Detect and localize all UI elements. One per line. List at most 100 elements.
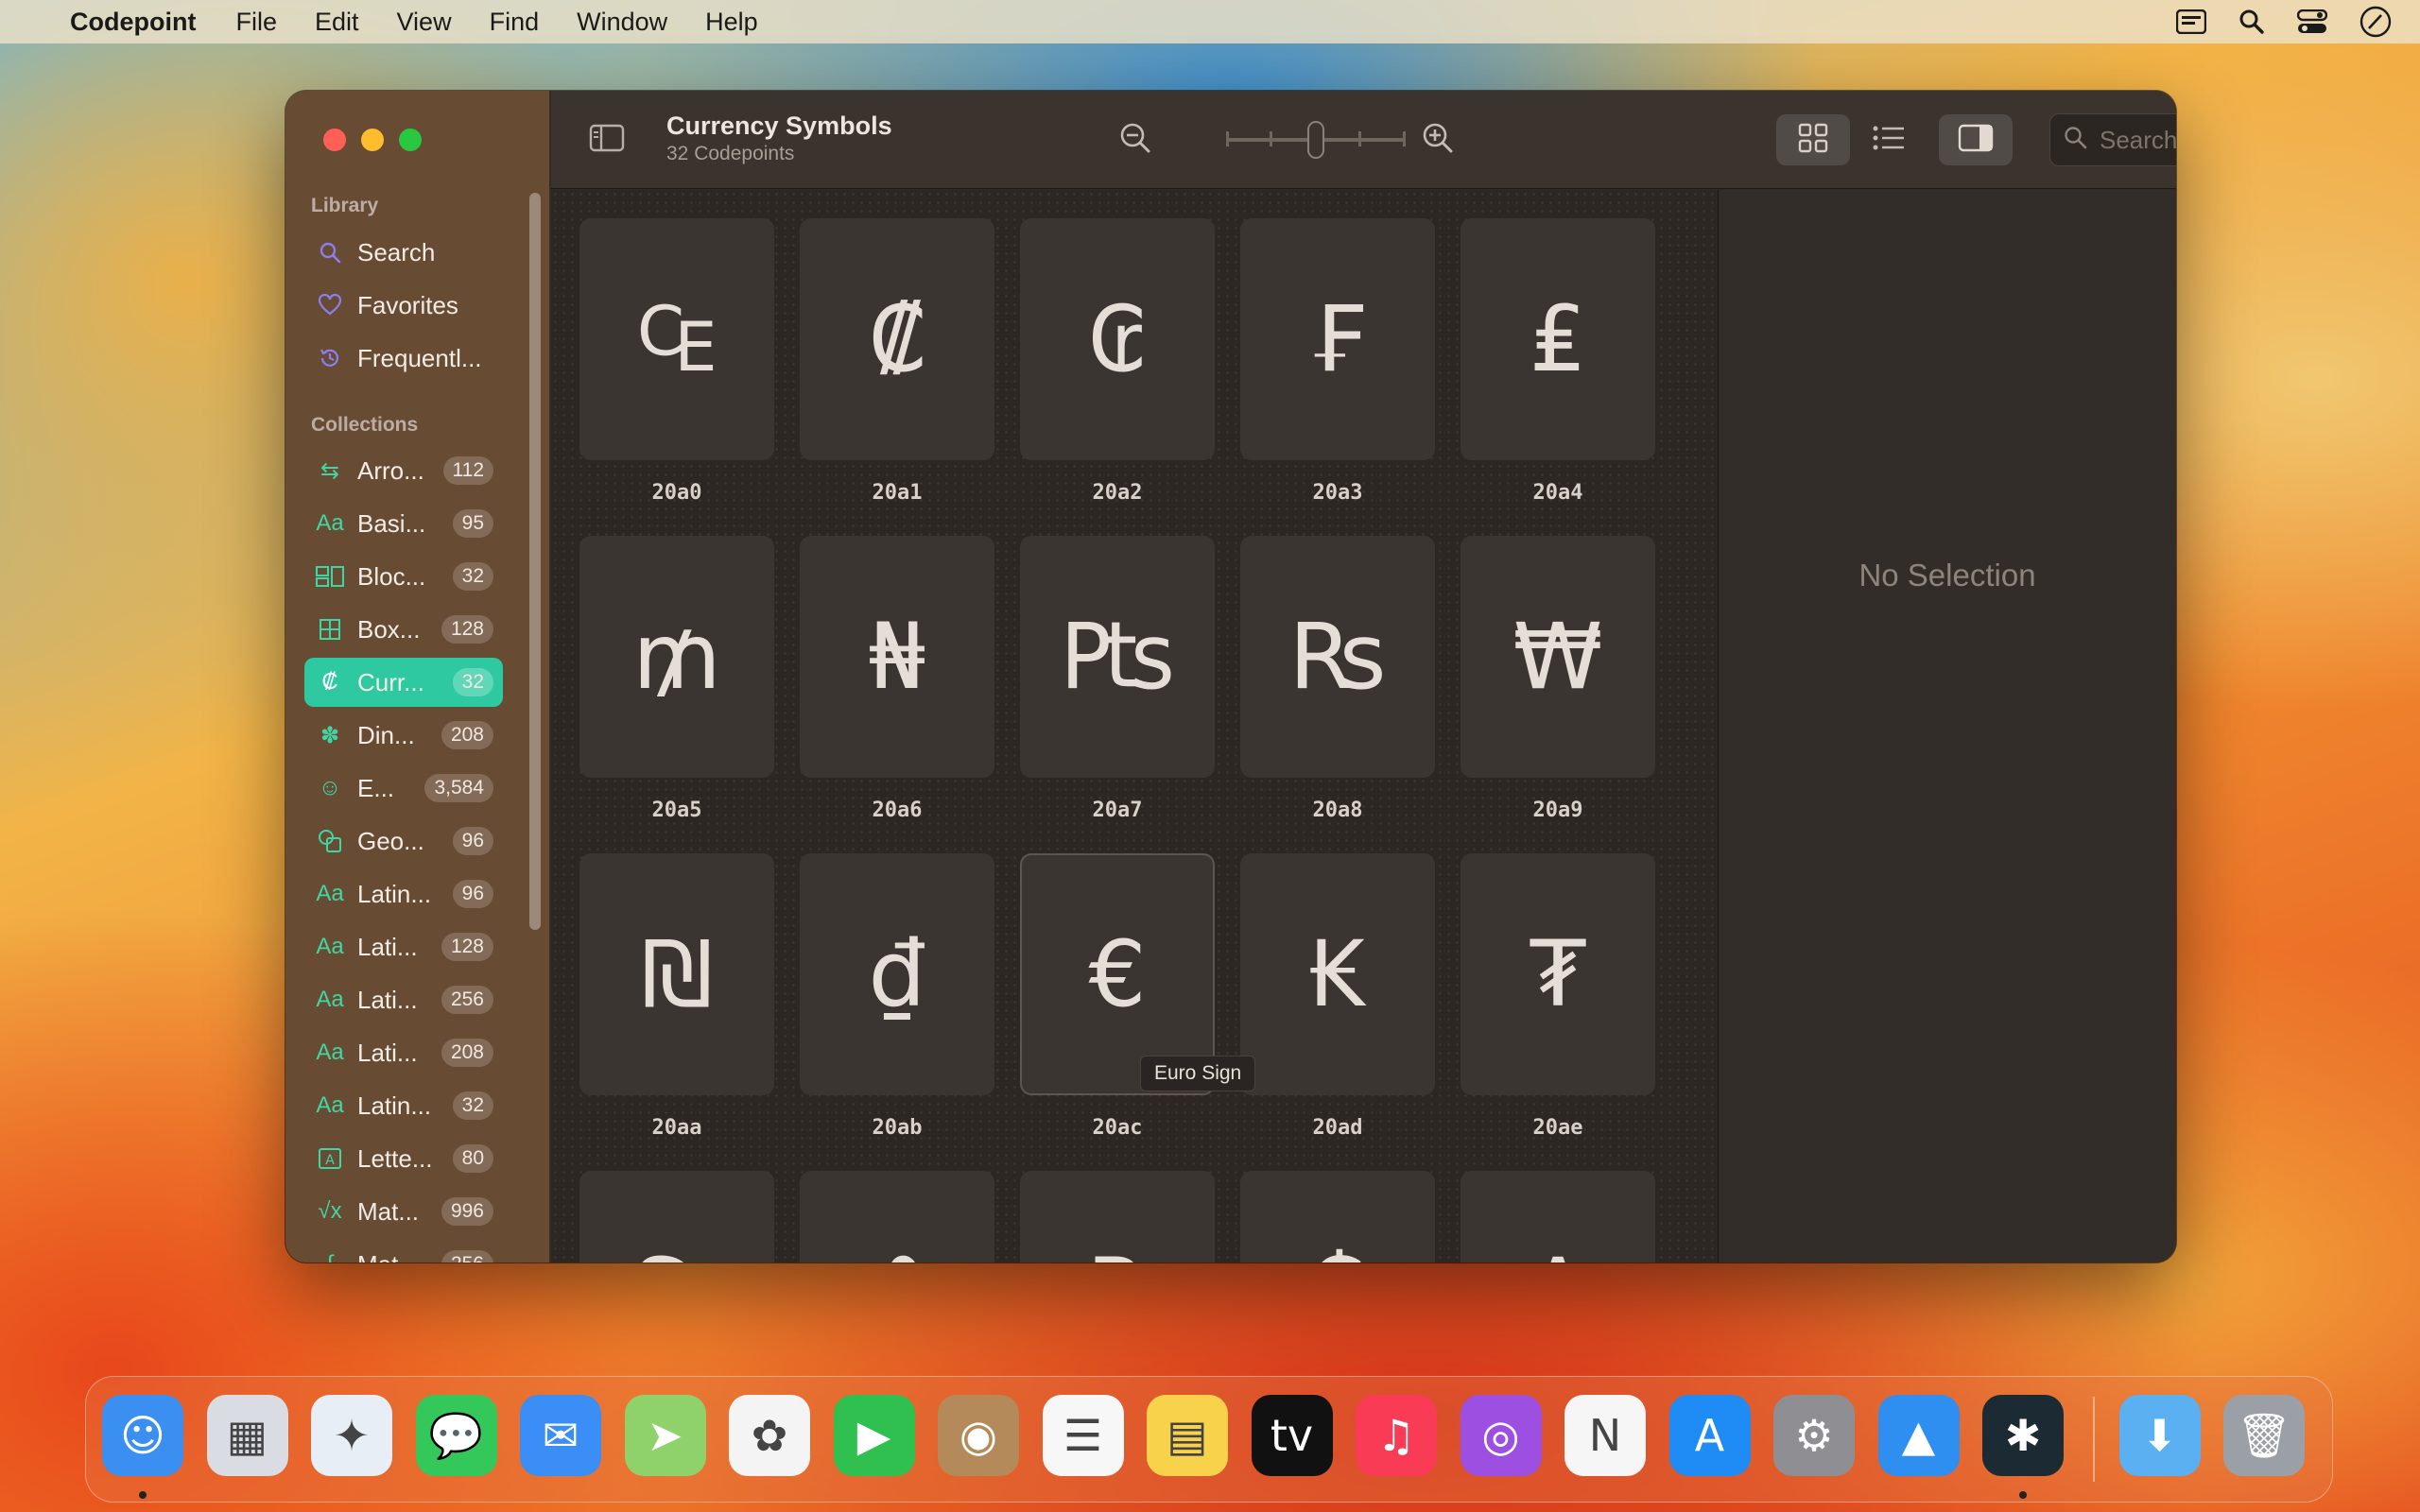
music-icon[interactable]: ♫ — [1356, 1395, 1437, 1476]
zoom-slider-thumb[interactable] — [1307, 121, 1324, 159]
sidebar-item-dingbats[interactable]: ✽ Din... 208 — [304, 711, 503, 760]
toggle-inspector-button[interactable] — [1939, 114, 2013, 165]
menu-file[interactable]: File — [235, 8, 277, 37]
glyph-tile[interactable]: ₫ — [800, 853, 994, 1095]
menu-help[interactable]: Help — [705, 8, 758, 37]
app-store-icon[interactable]: A — [1668, 1395, 1751, 1476]
codepoint-cell[interactable]: ₡ 20a1 — [800, 218, 994, 505]
sidebar-item-search[interactable]: Search — [304, 228, 503, 277]
control-center-icon[interactable] — [2297, 9, 2327, 34]
zoom-window-button[interactable] — [399, 129, 422, 151]
facetime-icon[interactable]: ▶ — [833, 1395, 915, 1476]
sidebar-item-favorites[interactable]: Favorites — [304, 281, 503, 330]
codepoint-cell[interactable]: ₧ 20a7 — [1020, 536, 1215, 822]
apple-tv-icon[interactable]: tv — [1251, 1395, 1333, 1476]
glyph-tile[interactable]: ₤ — [1461, 218, 1655, 460]
codepoint-cell[interactable]: ₦ 20a6 — [800, 536, 994, 822]
grid-view-button[interactable] — [1776, 114, 1850, 165]
codepoint-cell[interactable]: ₥ 20a5 — [579, 536, 774, 822]
contacts-icon[interactable]: ◉ — [938, 1395, 1019, 1476]
menu-view[interactable]: View — [397, 8, 452, 37]
system-settings-icon[interactable]: ⚙ — [1773, 1395, 1855, 1476]
glyph-tile[interactable]: ₥ — [579, 536, 774, 778]
sidebar-item-basic-latin[interactable]: Aa Basi... 95 — [304, 499, 503, 548]
glyph-tile[interactable]: ₩ — [1461, 536, 1655, 778]
glyph-tile[interactable]: ₨ — [1240, 536, 1435, 778]
character-viewer-icon[interactable] — [2176, 9, 2206, 34]
glyph-tile[interactable]: ₭ — [1240, 853, 1435, 1095]
sidebar-item-latin-1[interactable]: Aa Latin... 96 — [304, 869, 503, 919]
launchpad-icon[interactable]: ▦ — [206, 1395, 288, 1476]
glyph-tile[interactable]: ₮ — [1461, 853, 1655, 1095]
codepoint-cell[interactable]: ₣ 20a3 — [1240, 218, 1435, 505]
glyph-tile[interactable]: ₰ — [800, 1171, 994, 1263]
sidebar-item-currency-symbols[interactable]: ₡ Curr... 32 — [304, 658, 503, 707]
search-input[interactable] — [2100, 125, 2176, 155]
messages-icon[interactable]: 💬 — [415, 1395, 497, 1476]
search-field[interactable] — [2049, 113, 2176, 166]
notes-icon[interactable]: ▤ — [1147, 1395, 1228, 1476]
glyph-tile[interactable]: ₡ — [800, 218, 994, 460]
sidebar-item-latin-3[interactable]: Aa Lati... 256 — [304, 975, 503, 1024]
sidebar-item-emoji[interactable]: ☺ E... 3,584 — [304, 764, 503, 813]
clock-icon[interactable] — [2360, 6, 2392, 38]
toggle-sidebar-button[interactable] — [570, 114, 644, 165]
glyph-tile[interactable]: ₦ — [800, 536, 994, 778]
list-view-button[interactable] — [1852, 114, 1926, 165]
sidebar-item-letterlike[interactable]: A Lette... 80 — [304, 1134, 503, 1183]
codepoint-cell[interactable]: ₤ 20a4 — [1461, 218, 1655, 505]
mail-icon[interactable]: ✉ — [520, 1395, 601, 1476]
codepoint-cell[interactable]: ₨ 20a8 — [1240, 536, 1435, 822]
close-window-button[interactable] — [323, 129, 346, 151]
altitude-icon[interactable]: ▲ — [1877, 1395, 1960, 1476]
minimize-window-button[interactable] — [361, 129, 384, 151]
zoom-out-button[interactable] — [1107, 114, 1164, 165]
glyph-tile[interactable]: ₳ — [1461, 1171, 1655, 1263]
sidebar-scrollbar[interactable] — [529, 193, 541, 930]
zoom-in-button[interactable] — [1409, 114, 1466, 165]
menu-find[interactable]: Find — [490, 8, 540, 37]
codepoint-cell[interactable]: ₩20a9 — [1461, 536, 1655, 822]
glyph-tile[interactable]: ₧ — [1020, 536, 1215, 778]
codepoint-cell[interactable]: ₯20af — [579, 1171, 774, 1263]
photos-icon[interactable]: ✿ — [729, 1395, 810, 1476]
sidebar-item-arrows[interactable]: ⇆ Arro... 112 — [304, 446, 503, 495]
codepoint-icon[interactable]: ✱ — [1982, 1395, 2064, 1476]
menu-window[interactable]: Window — [577, 8, 667, 37]
sidebar-item-frequently-used[interactable]: Frequentl... — [304, 334, 503, 383]
glyph-tile[interactable]: ₯ — [579, 1171, 774, 1263]
podcasts-icon[interactable]: ◎ — [1460, 1395, 1542, 1476]
sidebar-item-math[interactable]: √x Mat... 996 — [304, 1187, 503, 1236]
finder-icon[interactable]: ☺ — [102, 1395, 183, 1476]
codepoint-cell[interactable]: ₠ 20a0 — [579, 218, 774, 505]
safari-icon[interactable]: ✦ — [311, 1395, 392, 1476]
sidebar-item-block-elements[interactable]: Bloc... 32 — [304, 552, 503, 601]
glyph-tile[interactable]: ₣ — [1240, 218, 1435, 460]
menu-edit[interactable]: Edit — [315, 8, 359, 37]
glyph-tile[interactable]: ₱ — [1020, 1171, 1215, 1263]
app-menu[interactable]: Codepoint — [70, 8, 196, 37]
codepoint-cell[interactable]: ₪ 20aa — [579, 853, 774, 1140]
sidebar-item-math-2[interactable]: ∫ Mat... 256 — [304, 1240, 503, 1263]
downloads-folder-icon[interactable]: ⬇ — [2118, 1395, 2201, 1476]
codepoint-cell[interactable]: ₲20b2 — [1240, 1171, 1435, 1263]
codepoint-cell[interactable]: ₳20b3 — [1461, 1171, 1655, 1263]
glyph-tile[interactable]: ₠ — [579, 218, 774, 460]
glyph-tile[interactable]: ₲ — [1240, 1171, 1435, 1263]
sidebar-item-latin-4[interactable]: Aa Lati... 208 — [304, 1028, 503, 1077]
codepoint-cell[interactable]: ₮ 20ae — [1461, 853, 1655, 1140]
spotlight-search-icon[interactable] — [2238, 9, 2265, 35]
reminders-icon[interactable]: ☰ — [1042, 1395, 1124, 1476]
codepoint-cell[interactable]: ₢ 20a2 — [1020, 218, 1215, 505]
sidebar-item-latin-2[interactable]: Aa Lati... 128 — [304, 922, 503, 971]
glyph-tile[interactable]: ₪ — [579, 853, 774, 1095]
glyph-tile[interactable]: ₢ — [1020, 218, 1215, 460]
codepoint-cell[interactable]: ₱20b1 — [1020, 1171, 1215, 1263]
news-icon[interactable]: N — [1564, 1395, 1646, 1476]
maps-icon[interactable]: ➤ — [624, 1395, 706, 1476]
sidebar-item-geometric-shapes[interactable]: Geo... 96 — [304, 816, 503, 866]
codepoint-cell[interactable]: ₭ 20ad — [1240, 853, 1435, 1140]
codepoint-cell[interactable]: ₰20b0 — [800, 1171, 994, 1263]
sidebar-item-latin-5[interactable]: Aa Latin... 32 — [304, 1081, 503, 1130]
codepoint-cell[interactable]: ₫ 20ab — [800, 853, 994, 1140]
